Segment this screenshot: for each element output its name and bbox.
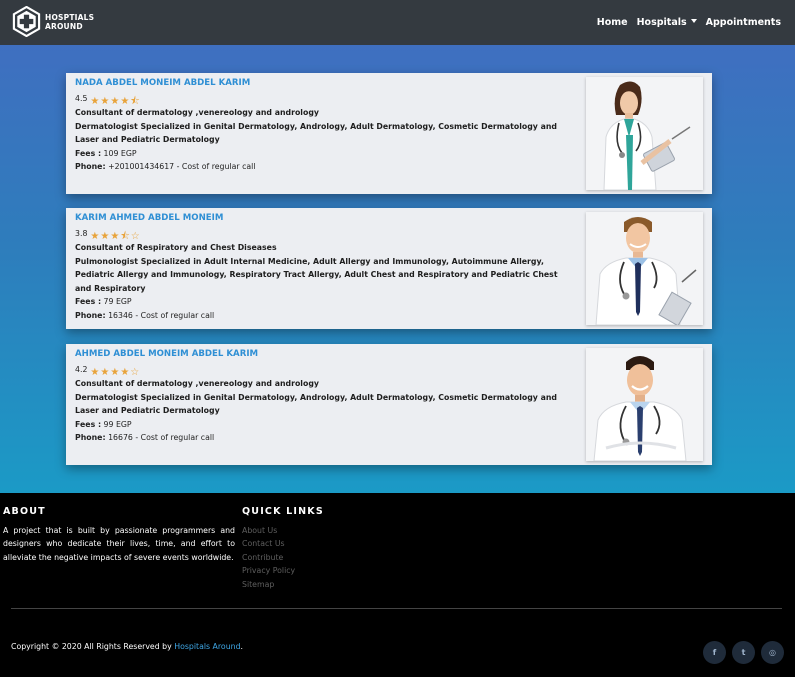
footer-link-privacy-policy[interactable]: Privacy Policy [242, 564, 295, 577]
doctor-fees: Fees : 79 EGP [75, 295, 575, 309]
doctors-section: NADA ABDEL MONEIM ABDEL KARIM 4.5 ★★★★⯪ … [0, 45, 795, 493]
doctor-specialization: Pulmonologist Specialized in Adult Inter… [75, 256, 558, 293]
star-half-icon: ⯪ [130, 95, 140, 107]
social-links: f t ◎ [697, 641, 784, 664]
facebook-icon[interactable]: f [703, 641, 726, 664]
fees-value: 109 EGP [103, 148, 137, 158]
phone-label: Phone: [75, 433, 106, 442]
quick-links-heading: QUICK LINKS [242, 506, 324, 517]
star-full-icon: ★ [120, 95, 130, 107]
brand-line-1: HOSPTIALS [45, 12, 95, 22]
female-doctor-photo [586, 77, 703, 190]
copyright-prefix: Copyright © 2020 All Rights Reserved by [11, 642, 175, 651]
copyright-link[interactable]: Hospitals Around [174, 642, 240, 651]
doctor-title: Consultant of dermatology ,venereology a… [75, 379, 319, 388]
dribbble-icon[interactable]: ◎ [761, 641, 784, 664]
doctor-specialization: Dermatologist Specialized in Genital Der… [75, 392, 558, 416]
footer: ABOUT A project that is built by passion… [0, 493, 795, 677]
star-rating-icons: ★★★★☆ [90, 360, 140, 379]
hospital-cross-logo-icon [12, 6, 41, 37]
star-empty-icon: ☆ [130, 366, 140, 378]
doctor-card[interactable]: AHMED ABDEL MONEIM ABDEL KARIM 4.2 ★★★★☆… [66, 344, 712, 465]
doctor-card-body: KARIM AHMED ABDEL MONEIM 3.8 ★★★⯪☆ Consu… [75, 212, 575, 322]
nav-hospitals-dropdown[interactable]: Hospitals [637, 17, 697, 28]
star-rating-icons: ★★★⯪☆ [90, 224, 140, 243]
star-full-icon: ★ [90, 95, 100, 107]
doctor-title: Consultant of dermatology ,venereology a… [75, 108, 319, 117]
male-doctor-photo [586, 348, 703, 461]
footer-link-about-us[interactable]: About Us [242, 524, 295, 537]
star-full-icon: ★ [110, 230, 120, 242]
navbar: HOSPTIALS AROUND Home Hospitals Appointm… [0, 0, 795, 45]
star-empty-icon: ☆ [130, 230, 140, 242]
star-full-icon: ★ [100, 95, 110, 107]
doctor-name[interactable]: AHMED ABDEL MONEIM ABDEL KARIM [75, 348, 575, 360]
doctor-card[interactable]: KARIM AHMED ABDEL MONEIM 3.8 ★★★⯪☆ Consu… [66, 208, 712, 329]
brand-name: HOSPTIALS AROUND [45, 13, 94, 31]
star-rating-icons: ★★★★⯪ [90, 89, 140, 108]
phone-value: 16676 - Cost of regular call [108, 433, 215, 442]
doctor-phone: Phone: +201001434617 - Cost of regular c… [75, 160, 575, 174]
footer-link-sitemap[interactable]: Sitemap [242, 578, 295, 591]
caret-down-icon [690, 19, 697, 23]
twitter-icon[interactable]: t [732, 641, 755, 664]
phone-label: Phone: [75, 162, 106, 171]
doctor-specialization: Dermatologist Specialized in Genital Der… [75, 121, 558, 145]
nav-menu: Home Hospitals Appointments [588, 0, 781, 45]
doctor-card-body: AHMED ABDEL MONEIM ABDEL KARIM 4.2 ★★★★☆… [75, 348, 575, 445]
copyright: Copyright © 2020 All Rights Reserved by … [11, 642, 243, 651]
doctor-title: Consultant of Respiratory and Chest Dise… [75, 243, 277, 252]
nav-appointments[interactable]: Appointments [706, 17, 781, 28]
star-half-icon: ⯪ [120, 230, 130, 242]
doctor-card[interactable]: NADA ABDEL MONEIM ABDEL KARIM 4.5 ★★★★⯪ … [66, 73, 712, 194]
male-doctor-photo [586, 212, 703, 325]
star-full-icon: ★ [90, 230, 100, 242]
phone-value: +201001434617 - Cost of regular call [108, 162, 256, 171]
phone-label: Phone: [75, 310, 106, 320]
nav-home[interactable]: Home [597, 17, 628, 28]
star-full-icon: ★ [110, 366, 120, 378]
doctor-card-body: NADA ABDEL MONEIM ABDEL KARIM 4.5 ★★★★⯪ … [75, 77, 575, 174]
quick-links-list: About Us Contact Us Contribute Privacy P… [242, 524, 295, 591]
fees-label: Fees : [75, 419, 102, 429]
footer-link-contact-us[interactable]: Contact Us [242, 537, 295, 550]
fees-label: Fees : [75, 297, 102, 306]
phone-value: 16346 - Cost of regular call [108, 310, 215, 320]
doctor-fees: Fees : 109 EGP [75, 147, 575, 161]
footer-divider [11, 608, 782, 609]
doctor-fees: Fees : 99 EGP [75, 418, 575, 432]
doctor-rating: 4.2 ★★★★☆ [75, 363, 575, 378]
star-full-icon: ★ [110, 95, 120, 107]
about-text: A project that is built by passionate pr… [3, 526, 235, 562]
copyright-suffix: . [240, 642, 244, 651]
rating-value: 3.8 [75, 228, 88, 238]
brand-line-2: AROUND [45, 21, 83, 31]
rating-value: 4.5 [75, 93, 88, 103]
brand[interactable]: HOSPTIALS AROUND [11, 6, 94, 37]
about-heading: ABOUT [3, 506, 46, 517]
fees-value: 79 EGP [103, 297, 132, 306]
doctor-name[interactable]: NADA ABDEL MONEIM ABDEL KARIM [75, 77, 575, 89]
doctor-rating: 4.5 ★★★★⯪ [75, 92, 575, 107]
fees-value: 99 EGP [103, 419, 132, 429]
doctor-phone: Phone: 16676 - Cost of regular call [75, 431, 575, 445]
rating-value: 4.2 [75, 364, 88, 374]
doctor-phone: Phone: 16346 - Cost of regular call [75, 309, 575, 323]
footer-link-contribute[interactable]: Contribute [242, 551, 295, 564]
star-full-icon: ★ [100, 230, 110, 242]
doctor-rating: 3.8 ★★★⯪☆ [75, 227, 575, 242]
nav-hospitals-label: Hospitals [636, 17, 687, 28]
doctor-name[interactable]: KARIM AHMED ABDEL MONEIM [75, 212, 575, 224]
star-full-icon: ★ [120, 366, 130, 378]
fees-label: Fees : [75, 148, 102, 158]
star-full-icon: ★ [90, 366, 100, 378]
star-full-icon: ★ [100, 366, 110, 378]
